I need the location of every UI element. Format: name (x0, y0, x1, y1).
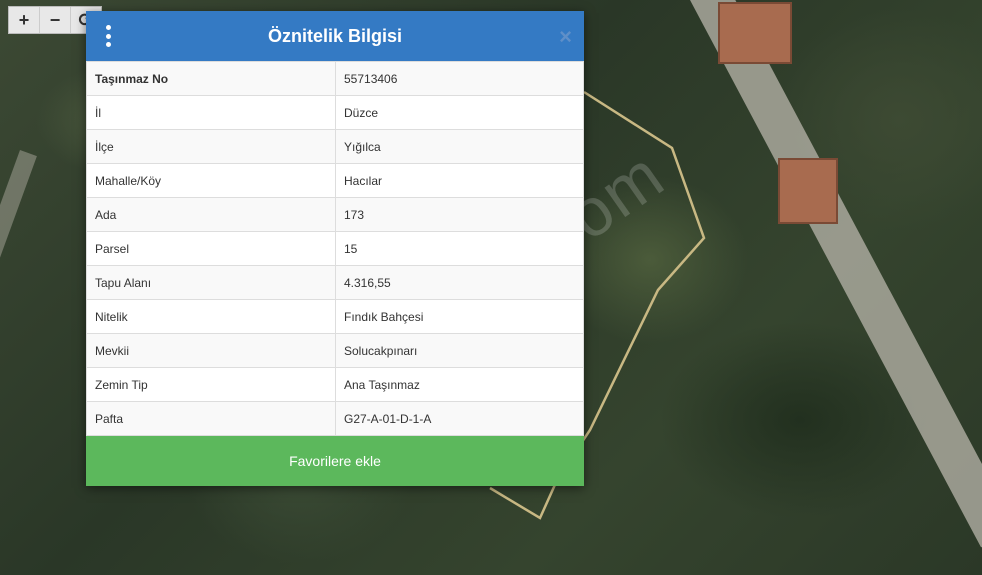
table-row: Tapu Alanı 4.316,55 (86, 265, 584, 300)
attribute-key: Ada (86, 197, 336, 232)
table-row: Mahalle/Köy Hacılar (86, 163, 584, 198)
dialog-header: Öznitelik Bilgisi × (86, 11, 584, 61)
table-row: İl Düzce (86, 95, 584, 130)
attribute-value: 15 (335, 231, 584, 266)
table-row: Zemin Tip Ana Taşınmaz (86, 367, 584, 402)
attribute-key: Zemin Tip (86, 367, 336, 402)
attribute-key: İlçe (86, 129, 336, 164)
table-row: Ada 173 (86, 197, 584, 232)
attribute-key: Mevkii (86, 333, 336, 368)
table-row: Taşınmaz No 55713406 (86, 61, 584, 96)
attribute-value: Yığılca (335, 129, 584, 164)
attribute-value: Ana Taşınmaz (335, 367, 584, 402)
attribute-key: Nitelik (86, 299, 336, 334)
dialog-title: Öznitelik Bilgisi (267, 25, 403, 46)
attribute-value: Hacılar (335, 163, 584, 198)
attribute-key: Taşınmaz No (86, 61, 336, 96)
attribute-key: Parsel (86, 231, 336, 266)
attribute-key: Tapu Alanı (86, 265, 336, 300)
attribute-dialog: Öznitelik Bilgisi × Taşınmaz No 55713406 İ… (86, 11, 584, 486)
attribute-value: 55713406 (335, 61, 584, 96)
attribute-value: 4.316,55 (335, 265, 584, 300)
kebab-menu-icon[interactable] (104, 25, 112, 47)
attribute-value: Düzce (335, 95, 584, 130)
zoom-in-button[interactable]: + (9, 7, 40, 33)
attribute-value: G27-A-01-D-1-A (335, 401, 584, 436)
table-row: Mevkii Solucakpınarı (86, 333, 584, 368)
attribute-key: Mahalle/Köy (86, 163, 336, 198)
table-row: Nitelik Fındık Bahçesi (86, 299, 584, 334)
zoom-out-button[interactable]: − (40, 7, 71, 33)
attribute-key: Pafta (86, 401, 336, 436)
close-icon[interactable]: × (559, 24, 572, 50)
attribute-table: Taşınmaz No 55713406 İl Düzce İlçe Yığılca Mah… (86, 61, 584, 436)
table-row: İlçe Yığılca (86, 129, 584, 164)
attribute-value: Solucakpınarı (335, 333, 584, 368)
table-row: Pafta G27-A-01-D-1-A (86, 401, 584, 436)
add-favorite-button[interactable]: Favorilere ekle (86, 436, 584, 486)
attribute-value: 173 (335, 197, 584, 232)
attribute-value: Fındık Bahçesi (335, 299, 584, 334)
table-row: Parsel 15 (86, 231, 584, 266)
attribute-key: İl (86, 95, 336, 130)
